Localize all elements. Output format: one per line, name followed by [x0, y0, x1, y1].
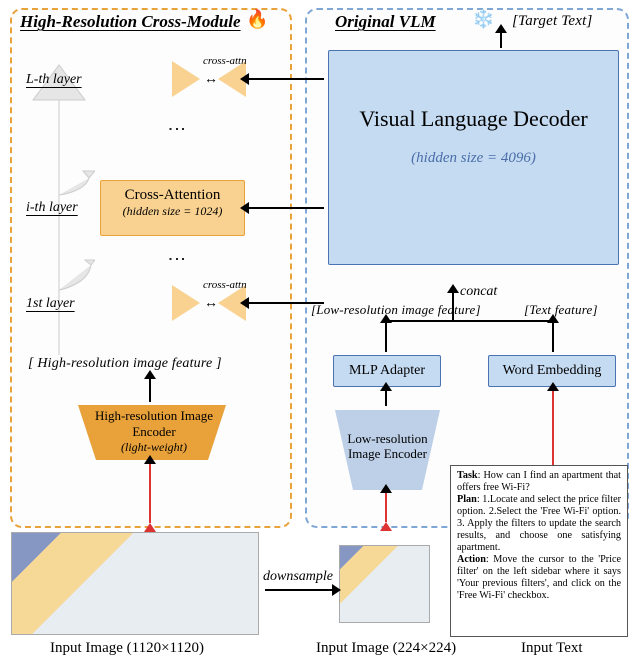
text-feature-label: [Text feature]: [524, 302, 598, 318]
arrow-decoder-to-layerL: [248, 78, 324, 80]
arrow-input-small-to-lr-encoder: [385, 492, 387, 522]
fire-icon: 🔥: [246, 9, 268, 30]
layer-i-label: i-th layer: [26, 200, 78, 216]
arrow-lr-encoder-to-mlp: [385, 390, 387, 406]
snowflake-icon: ❄️: [472, 9, 494, 30]
lr-image-feature-label: [Low-resolution image feature]: [311, 302, 481, 318]
arrow-decoder-to-target: [500, 32, 502, 48]
input-image-large: [11, 532, 259, 635]
hr-encoder-text: High-resolution Image Encoder: [95, 408, 213, 439]
downsample-label: downsample: [263, 569, 333, 585]
word-embedding-label: Word Embedding: [503, 363, 602, 379]
layer-L-label: L-th layer: [26, 72, 82, 88]
original-vlm-title: Original VLM: [335, 12, 436, 32]
arrow-mlp-to-feature: [385, 322, 387, 352]
arrow-concat-to-decoder: [452, 292, 454, 320]
hr-image-feature-label: [ High-resolution image feature ]: [28, 356, 222, 372]
decoder-label: Visual Language Decoder: [329, 106, 618, 132]
arrow-wordemb-to-feature: [552, 322, 554, 352]
lr-encoder-label: Low-resolution Image Encoder: [340, 432, 435, 462]
input-image-small: [339, 545, 430, 623]
task-text: How can I find an apartment that offers …: [457, 470, 621, 493]
caption-input-small: Input Image (224×224): [316, 640, 456, 657]
cross-attention-block: Cross-Attention (hidden size = 1024): [100, 180, 245, 236]
input-text-box: Task: How can I find an apartment that o…: [450, 465, 628, 637]
plan-text: 1.Locate and select the price filter opt…: [457, 494, 621, 553]
cross-attn-top-label: cross-attn: [203, 55, 247, 67]
layer-1-label: 1st layer: [26, 296, 75, 312]
caption-input-large: Input Image (1120×1120): [50, 640, 204, 657]
arrow-downsample: [265, 589, 333, 591]
hr-encoder-sub: (light-weight): [121, 440, 187, 454]
plan-key: Plan: [457, 494, 477, 505]
caption-input-text: Input Text: [521, 640, 583, 657]
mlp-label: MLP Adapter: [349, 363, 425, 379]
high-resolution-module-title: High-Resolution Cross-Module: [20, 12, 241, 32]
arrow-decoder-to-layer-i: [248, 207, 324, 209]
cross-attn-label: Cross-Attention: [101, 187, 244, 204]
target-text-label: [Target Text]: [512, 13, 593, 30]
visual-language-decoder-block: Visual Language Decoder (hidden size = 4…: [328, 50, 619, 265]
arrow-hr-encoder-to-feature: [149, 378, 151, 402]
concat-join-line: [385, 320, 552, 322]
arrow-input-large-to-hr-encoder: [149, 463, 151, 523]
decoder-hidden-size: (hidden size = 4096): [329, 150, 618, 167]
concat-label: concat: [460, 284, 497, 300]
ellipsis-icon: ⋮: [172, 120, 181, 140]
cross-attn-bot-label: cross-attn: [203, 279, 247, 291]
task-key: Task: [457, 470, 478, 481]
ellipsis-icon: ⋮: [172, 250, 181, 270]
bidir-arrow-icon: ↔: [204, 72, 218, 88]
action-key: Action: [457, 554, 486, 565]
bidir-arrow-icon: ↔: [204, 296, 218, 312]
hr-encoder-label: High-resolution Image Encoder (light-wei…: [86, 408, 222, 455]
cross-attn-hidden-size: (hidden size = 1024): [101, 204, 244, 219]
